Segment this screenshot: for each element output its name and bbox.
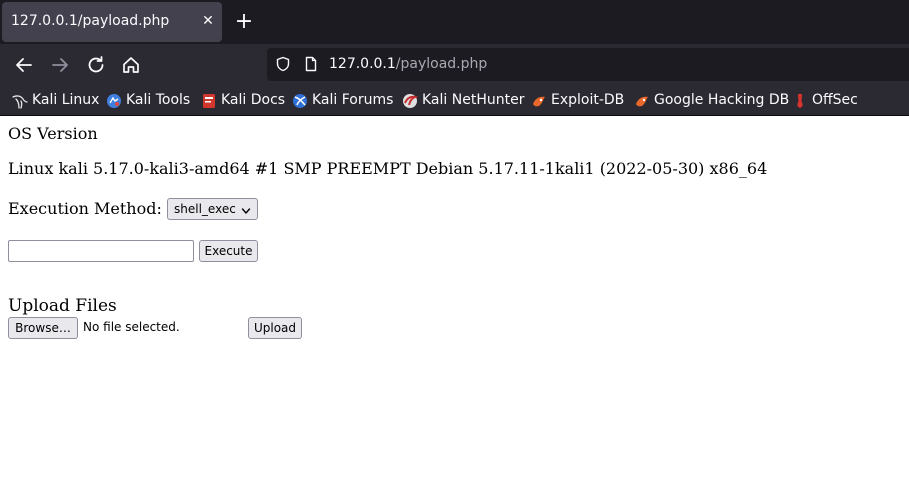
bookmarks-toolbar: Kali Linux Kali Tools Kali Docs Kali For…	[0, 86, 909, 116]
execution-method-select[interactable]: shell_exec	[167, 198, 258, 220]
bookmark-label: Exploit-DB	[551, 92, 625, 108]
reload-icon[interactable]	[84, 53, 108, 77]
bookmark-label: Kali Forums	[312, 92, 394, 108]
tab-title: 127.0.0.1/payload.php	[11, 13, 170, 29]
close-tab-icon[interactable]: ✕	[198, 11, 218, 31]
kali-nethunter-icon	[402, 93, 418, 109]
url-path: /payload.php	[395, 56, 488, 72]
bookmark-label: Kali Tools	[126, 92, 191, 108]
tab-strip: 127.0.0.1/payload.php ✕ +	[0, 0, 909, 44]
upload-button[interactable]: Upload	[248, 317, 302, 339]
os-version-string: Linux kali 5.17.0-kali3-amd64 #1 SMP PRE…	[8, 159, 768, 178]
kali-docs-icon	[201, 93, 217, 109]
url-text[interactable]: 127.0.0.1/payload.php	[329, 56, 487, 72]
chevron-down-icon	[241, 205, 251, 215]
page-content: OS Version Linux kali 5.17.0-kali3-amd64…	[0, 117, 909, 486]
bookmark-label: Kali Docs	[221, 92, 286, 108]
execute-button[interactable]: Execute	[199, 240, 258, 262]
address-bar[interactable]: 127.0.0.1/payload.php	[267, 48, 909, 81]
command-input[interactable]	[8, 240, 194, 262]
execution-method-value: shell_exec	[174, 202, 236, 216]
offsec-icon	[792, 93, 808, 109]
ghdb-icon	[634, 93, 650, 109]
os-version-heading: OS Version	[8, 124, 98, 143]
bookmark-label: Google Hacking DB	[654, 92, 790, 108]
home-icon[interactable]	[119, 53, 143, 77]
kali-tools-icon	[106, 93, 122, 109]
browse-button[interactable]: Browse…	[8, 317, 78, 339]
kali-dragon-icon	[12, 93, 28, 109]
bookmark-label: OffSec	[812, 92, 858, 108]
new-tab-icon[interactable]: +	[232, 11, 256, 35]
active-tab[interactable]: 127.0.0.1/payload.php ✕	[2, 2, 222, 42]
file-status-text: No file selected.	[83, 320, 180, 334]
back-arrow-icon[interactable]	[12, 53, 36, 77]
exploit-db-icon	[531, 93, 547, 109]
shield-icon[interactable]	[275, 56, 291, 72]
execution-method-label: Execution Method:	[8, 199, 162, 218]
forward-arrow-icon[interactable]	[48, 53, 72, 77]
bookmark-label: Kali NetHunter	[422, 92, 525, 108]
upload-files-heading: Upload Files	[8, 296, 117, 316]
kali-forums-icon	[292, 93, 308, 109]
navigation-toolbar: 127.0.0.1/payload.php	[0, 44, 909, 86]
bookmark-label: Kali Linux	[32, 92, 100, 108]
page-info-icon[interactable]	[303, 56, 319, 72]
url-host: 127.0.0.1	[329, 56, 396, 72]
